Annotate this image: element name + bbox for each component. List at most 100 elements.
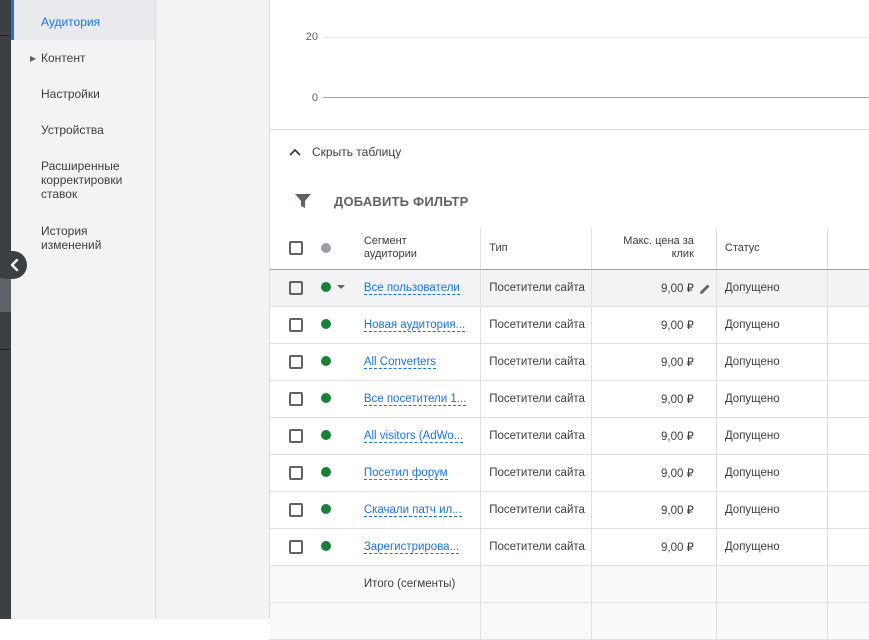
app-nav-rail — [0, 0, 11, 619]
sidebar-item-label: История изменений — [41, 224, 102, 252]
segment-link[interactable]: All visitors (AdWo... — [363, 429, 464, 443]
enabled-status-icon[interactable] — [320, 393, 331, 404]
status-cell: Допущено — [715, 417, 828, 455]
header-label: Статус — [724, 241, 760, 254]
row-checkbox[interactable] — [289, 465, 303, 480]
status-cell: Допущено — [715, 454, 828, 492]
sidebar-item-audience[interactable]: Аудитория — [11, 0, 155, 40]
status-cell: Допущено — [715, 380, 828, 418]
header-label: Сегмент аудитории — [363, 235, 417, 261]
type-cell: Посетители сайта — [480, 491, 592, 529]
sidebar-item-label: Расширенные корректировки ставок — [41, 159, 123, 201]
table-header-row: Сегмент аудитории Тип Макс. цена за клик… — [270, 228, 869, 270]
table-row[interactable]: Новая аудитория... Посетители сайта 9,00… — [270, 306, 869, 344]
header-type[interactable]: Тип — [480, 228, 592, 270]
row-checkbox[interactable] — [289, 354, 303, 369]
table-row[interactable]: All Converters Посетители сайта 9,00 ₽ Д… — [270, 343, 869, 381]
enabled-status-icon[interactable] — [320, 504, 331, 515]
header-audience-segment[interactable]: Сегмент аудитории — [363, 228, 481, 270]
header-max-cpc[interactable]: Макс. цена за клик — [591, 228, 717, 270]
table-row[interactable]: Скачали патч ил... Посетители сайта 9,00… — [270, 491, 869, 529]
status-cell: Допущено — [715, 491, 828, 529]
type-cell: Посетители сайта — [480, 306, 592, 344]
enabled-status-icon[interactable] — [320, 467, 331, 478]
table-row[interactable]: Посетил форум Посетители сайта 9,00 ₽ До… — [270, 454, 869, 492]
status-cell: Допущено — [715, 306, 828, 344]
chart-gridline — [323, 37, 869, 38]
chart-y-tick: 20 — [305, 31, 318, 43]
table-row[interactable]: Все посетители 1... Посетители сайта 9,0… — [270, 380, 869, 418]
type-cell: Посетители сайта — [480, 343, 592, 381]
segment-link[interactable]: Новая аудитория... — [363, 318, 466, 332]
chart-y-tick: 0 — [311, 92, 318, 104]
bid-value: 9,00 ₽ — [660, 282, 694, 295]
header-label: Макс. цена за клик — [623, 235, 694, 261]
row-checkbox[interactable] — [289, 502, 303, 517]
row-checkbox[interactable] — [289, 391, 303, 406]
header-status[interactable]: Статус — [715, 228, 828, 270]
segment-link[interactable]: All Converters — [363, 355, 437, 369]
enabled-status-icon[interactable] — [320, 541, 331, 552]
header-label: Тип — [489, 241, 508, 254]
sidebar-item-settings[interactable]: Настройки — [11, 87, 155, 101]
enabled-status-icon[interactable] — [320, 356, 331, 367]
table-row[interactable]: All visitors (AdWo... Посетители сайта 9… — [270, 417, 869, 455]
add-filter-button[interactable]: ДОБАВИТЬ ФИЛЬТР — [294, 192, 468, 210]
bid-value: 9,00 ₽ — [660, 467, 694, 480]
totals-label: Итого (сегменты) — [363, 565, 481, 603]
bid-value: 9,00 ₽ — [660, 430, 694, 443]
sidebar-item-devices[interactable]: Устройства — [11, 123, 155, 137]
row-checkbox[interactable] — [289, 280, 303, 295]
row-checkbox[interactable] — [289, 428, 303, 443]
audience-table: Сегмент аудитории Тип Макс. цена за клик… — [270, 228, 869, 640]
main-panel: 20 0 Скрыть таблицу ДОБАВИТЬ ФИЛЬТР Сегм… — [269, 0, 869, 640]
enabled-status-icon[interactable] — [320, 430, 331, 441]
filter-icon — [295, 194, 311, 208]
segment-link[interactable]: Все посетители 1... — [363, 392, 467, 406]
segment-link[interactable]: Зарегистрирова... — [363, 540, 460, 554]
segment-link[interactable]: Все пользователи — [363, 281, 460, 295]
sidebar-item-change-history[interactable]: История изменений — [11, 224, 121, 252]
expand-caret-icon: ▶ — [30, 54, 37, 63]
status-cell: Допущено — [715, 528, 828, 566]
row-checkbox[interactable] — [289, 539, 303, 554]
header-more-columns — [826, 228, 869, 270]
totals-row-partial — [270, 602, 869, 640]
enabled-status-icon[interactable] — [320, 319, 331, 330]
segment-link[interactable]: Скачали патч ил... — [363, 503, 462, 517]
sidebar-item-label: Аудитория — [41, 15, 101, 29]
sidebar-item-bid-adjustments[interactable]: Расширенные корректировки ставок — [11, 159, 136, 201]
type-cell: Посетители сайта — [480, 528, 592, 566]
rail-divider — [0, 349, 11, 350]
chevron-left-icon — [10, 258, 19, 272]
rail-active-segment[interactable] — [0, 278, 11, 312]
chart-baseline — [323, 97, 869, 98]
edit-pencil-icon[interactable] — [698, 282, 712, 296]
status-cell: Допущено — [715, 269, 828, 307]
sidebar-item-content[interactable]: ▶ Контент — [11, 51, 155, 65]
bid-value: 9,00 ₽ — [660, 393, 694, 406]
bid-value: 9,00 ₽ — [660, 319, 694, 332]
type-cell: Посетители сайта — [480, 454, 592, 492]
rail-divider — [0, 35, 11, 36]
sidebar-item-label: Настройки — [41, 87, 100, 101]
sidebar-item-label: Контент — [41, 51, 86, 65]
sidebar-item-label: Устройства — [41, 123, 104, 137]
type-cell: Посетители сайта — [480, 269, 592, 307]
enabled-status-icon[interactable] — [320, 282, 331, 293]
row-checkbox[interactable] — [289, 317, 303, 332]
status-header-cell — [309, 228, 364, 270]
hide-table-label: Скрыть таблицу — [312, 145, 402, 159]
chevron-up-icon — [289, 148, 301, 156]
select-all-checkbox[interactable] — [289, 241, 303, 256]
segment-link[interactable]: Посетил форум — [363, 466, 448, 480]
status-dropdown-icon[interactable] — [336, 285, 345, 290]
bid-value: 9,00 ₽ — [660, 541, 694, 554]
table-row[interactable]: Зарегистрирова... Посетители сайта 9,00 … — [270, 528, 869, 566]
hide-table-toggle[interactable]: Скрыть таблицу — [288, 145, 401, 159]
status-cell: Допущено — [715, 343, 828, 381]
type-cell: Посетители сайта — [480, 417, 592, 455]
select-all-cell — [270, 228, 310, 270]
bid-value: 9,00 ₽ — [660, 504, 694, 517]
table-row[interactable]: Все пользователи Посетители сайта 9,00 ₽… — [270, 269, 869, 307]
